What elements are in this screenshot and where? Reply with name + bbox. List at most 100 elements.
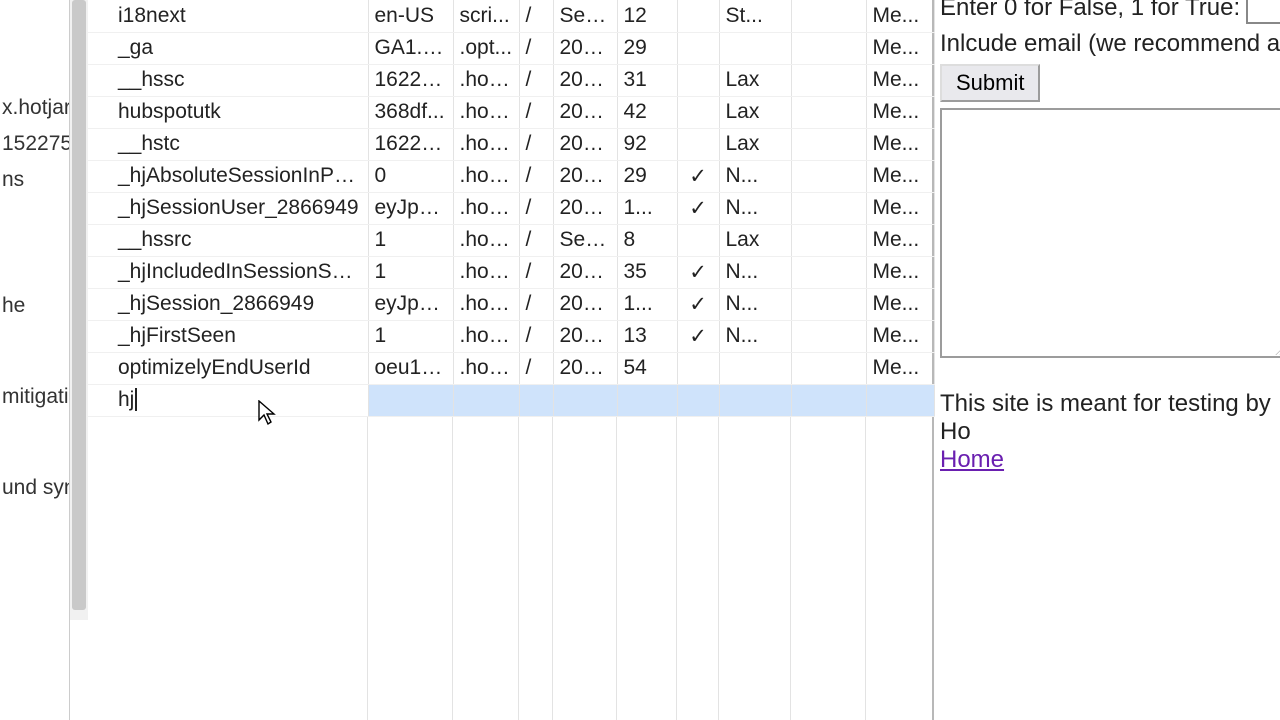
cell-secure[interactable]: St... xyxy=(719,0,791,32)
cell-name[interactable]: optimizelyEndUserId xyxy=(88,352,368,384)
cell-path[interactable]: / xyxy=(519,192,553,224)
cell-path[interactable]: / xyxy=(519,128,553,160)
table-row[interactable]: _gaGA1.2.....opt.../202...29Me... xyxy=(88,32,934,64)
table-row[interactable]: _hjSession_2866949eyJpZ....hotj.../202..… xyxy=(88,288,934,320)
cell-domain[interactable]: scri... xyxy=(453,0,519,32)
cell-priority[interactable]: Me... xyxy=(866,64,934,96)
cell-domain[interactable]: .hotj... xyxy=(453,64,519,96)
sidebar-scrollbar[interactable] xyxy=(70,0,88,620)
cell-secure[interactable]: N... xyxy=(719,320,791,352)
bool-input[interactable] xyxy=(1246,0,1280,24)
cell-priority[interactable]: Me... xyxy=(866,96,934,128)
cell-path[interactable]: / xyxy=(519,224,553,256)
table-row[interactable]: __hstc16221....hotj.../202...92LaxMe... xyxy=(88,128,934,160)
cell-size[interactable]: 29 xyxy=(617,160,677,192)
devtools-sidebar[interactable]: x.hotjar.c 152275. ns he mitigatio und s… xyxy=(0,0,70,720)
cell-value[interactable]: 16221... xyxy=(368,128,453,160)
cell-priority[interactable]: Me... xyxy=(866,256,934,288)
cell-httponly[interactable] xyxy=(677,224,719,256)
cell-path[interactable]: / xyxy=(519,160,553,192)
cell-priority[interactable]: Me... xyxy=(866,320,934,352)
cell-value[interactable]: en-US xyxy=(368,0,453,32)
cell-secure[interactable]: N... xyxy=(719,160,791,192)
table-row[interactable]: optimizelyEndUserIdoeu17....hotj.../202.… xyxy=(88,352,934,384)
cell-name[interactable]: _hjSession_2866949 xyxy=(88,288,368,320)
cell-path[interactable]: / xyxy=(519,32,553,64)
cell-name[interactable]: __hssrc xyxy=(88,224,368,256)
cell-size[interactable]: 35 xyxy=(617,256,677,288)
cookies-table[interactable]: i18nexten-USscri.../Ses...12St...Me..._g… xyxy=(88,0,935,417)
resize-grip-icon[interactable] xyxy=(1275,341,1280,355)
result-textarea[interactable] xyxy=(940,108,1280,358)
cell-path[interactable]: / xyxy=(519,96,553,128)
cell-domain[interactable]: .hotj... xyxy=(453,96,519,128)
cell-httponly[interactable] xyxy=(677,64,719,96)
cell-expires[interactable]: 202... xyxy=(553,288,617,320)
sidebar-item[interactable]: x.hotjar.c xyxy=(0,90,69,126)
sidebar-item[interactable]: ns xyxy=(0,162,69,198)
cell-samesite[interactable] xyxy=(791,192,866,224)
cell-name[interactable]: _hjSessionUser_2866949 xyxy=(88,192,368,224)
cell-httponly[interactable]: ✓ xyxy=(677,256,719,288)
cell-name[interactable]: hubspotutk xyxy=(88,96,368,128)
cell-domain[interactable]: .hotj... xyxy=(453,128,519,160)
cell-value[interactable]: oeu17... xyxy=(368,352,453,384)
sidebar-item[interactable]: 152275. xyxy=(0,126,69,162)
cell-size[interactable]: 13 xyxy=(617,320,677,352)
table-row[interactable]: _hjSessionUser_2866949eyJpZ....hotj.../2… xyxy=(88,192,934,224)
cell-expires[interactable]: 202... xyxy=(553,256,617,288)
cell-value[interactable]: eyJpZ... xyxy=(368,288,453,320)
cell-secure[interactable]: Lax xyxy=(719,128,791,160)
cell-value[interactable]: 368df... xyxy=(368,96,453,128)
table-row[interactable]: __hssrc1.hotj.../Ses...8LaxMe... xyxy=(88,224,934,256)
cell-path[interactable]: / xyxy=(519,352,553,384)
cell-priority[interactable]: Me... xyxy=(866,224,934,256)
cell-httponly[interactable]: ✓ xyxy=(677,192,719,224)
cell-name[interactable]: i18next xyxy=(88,0,368,32)
cell-httponly[interactable] xyxy=(677,128,719,160)
cell-path[interactable]: / xyxy=(519,0,553,32)
cell-expires[interactable]: 202... xyxy=(553,352,617,384)
cell-expires[interactable]: Ses... xyxy=(553,224,617,256)
table-row[interactable]: __hssc16221....hotj.../202...31LaxMe... xyxy=(88,64,934,96)
cell-samesite[interactable] xyxy=(791,256,866,288)
cell-samesite[interactable] xyxy=(791,320,866,352)
cell-samesite[interactable] xyxy=(791,224,866,256)
cell-domain[interactable]: .hotj... xyxy=(453,192,519,224)
cell-secure[interactable] xyxy=(719,352,791,384)
cell-samesite[interactable] xyxy=(791,128,866,160)
cell-httponly[interactable] xyxy=(677,96,719,128)
sidebar-item[interactable]: mitigatio xyxy=(0,379,69,415)
cell-expires[interactable]: 202... xyxy=(553,32,617,64)
cell-name[interactable]: __hstc xyxy=(88,128,368,160)
cell-samesite[interactable] xyxy=(791,288,866,320)
cell-value[interactable]: GA1.2.... xyxy=(368,32,453,64)
cell-samesite[interactable] xyxy=(791,0,866,32)
cell-httponly[interactable] xyxy=(677,32,719,64)
cell-size[interactable]: 8 xyxy=(617,224,677,256)
cell-samesite[interactable] xyxy=(791,32,866,64)
cell-expires[interactable]: 202... xyxy=(553,320,617,352)
cell-samesite[interactable] xyxy=(791,64,866,96)
cell-expires[interactable]: Ses... xyxy=(553,0,617,32)
cell-domain[interactable]: .hotj... xyxy=(453,224,519,256)
cell-value[interactable]: 16221... xyxy=(368,64,453,96)
cell-name[interactable]: _ga xyxy=(88,32,368,64)
cell-domain[interactable]: .hotj... xyxy=(453,256,519,288)
home-link[interactable]: Home xyxy=(940,446,1004,473)
cell-secure[interactable]: Lax xyxy=(719,64,791,96)
cell-priority[interactable]: Me... xyxy=(866,160,934,192)
cell-domain[interactable]: .hotj... xyxy=(453,352,519,384)
cell-priority[interactable]: Me... xyxy=(866,352,934,384)
table-row[interactable]: hubspotutk368df....hotj.../202...42LaxMe… xyxy=(88,96,934,128)
cell-samesite[interactable] xyxy=(791,96,866,128)
cell-size[interactable]: 31 xyxy=(617,64,677,96)
table-row[interactable]: _hjIncludedInSessionSamp...1.hotj.../202… xyxy=(88,256,934,288)
cell-secure[interactable]: N... xyxy=(719,192,791,224)
cell-value[interactable]: 1 xyxy=(368,320,453,352)
cell-httponly[interactable] xyxy=(677,352,719,384)
cell-size[interactable]: 29 xyxy=(617,32,677,64)
cell-priority[interactable]: Me... xyxy=(866,32,934,64)
cell-size[interactable]: 12 xyxy=(617,0,677,32)
cell-secure[interactable]: N... xyxy=(719,288,791,320)
